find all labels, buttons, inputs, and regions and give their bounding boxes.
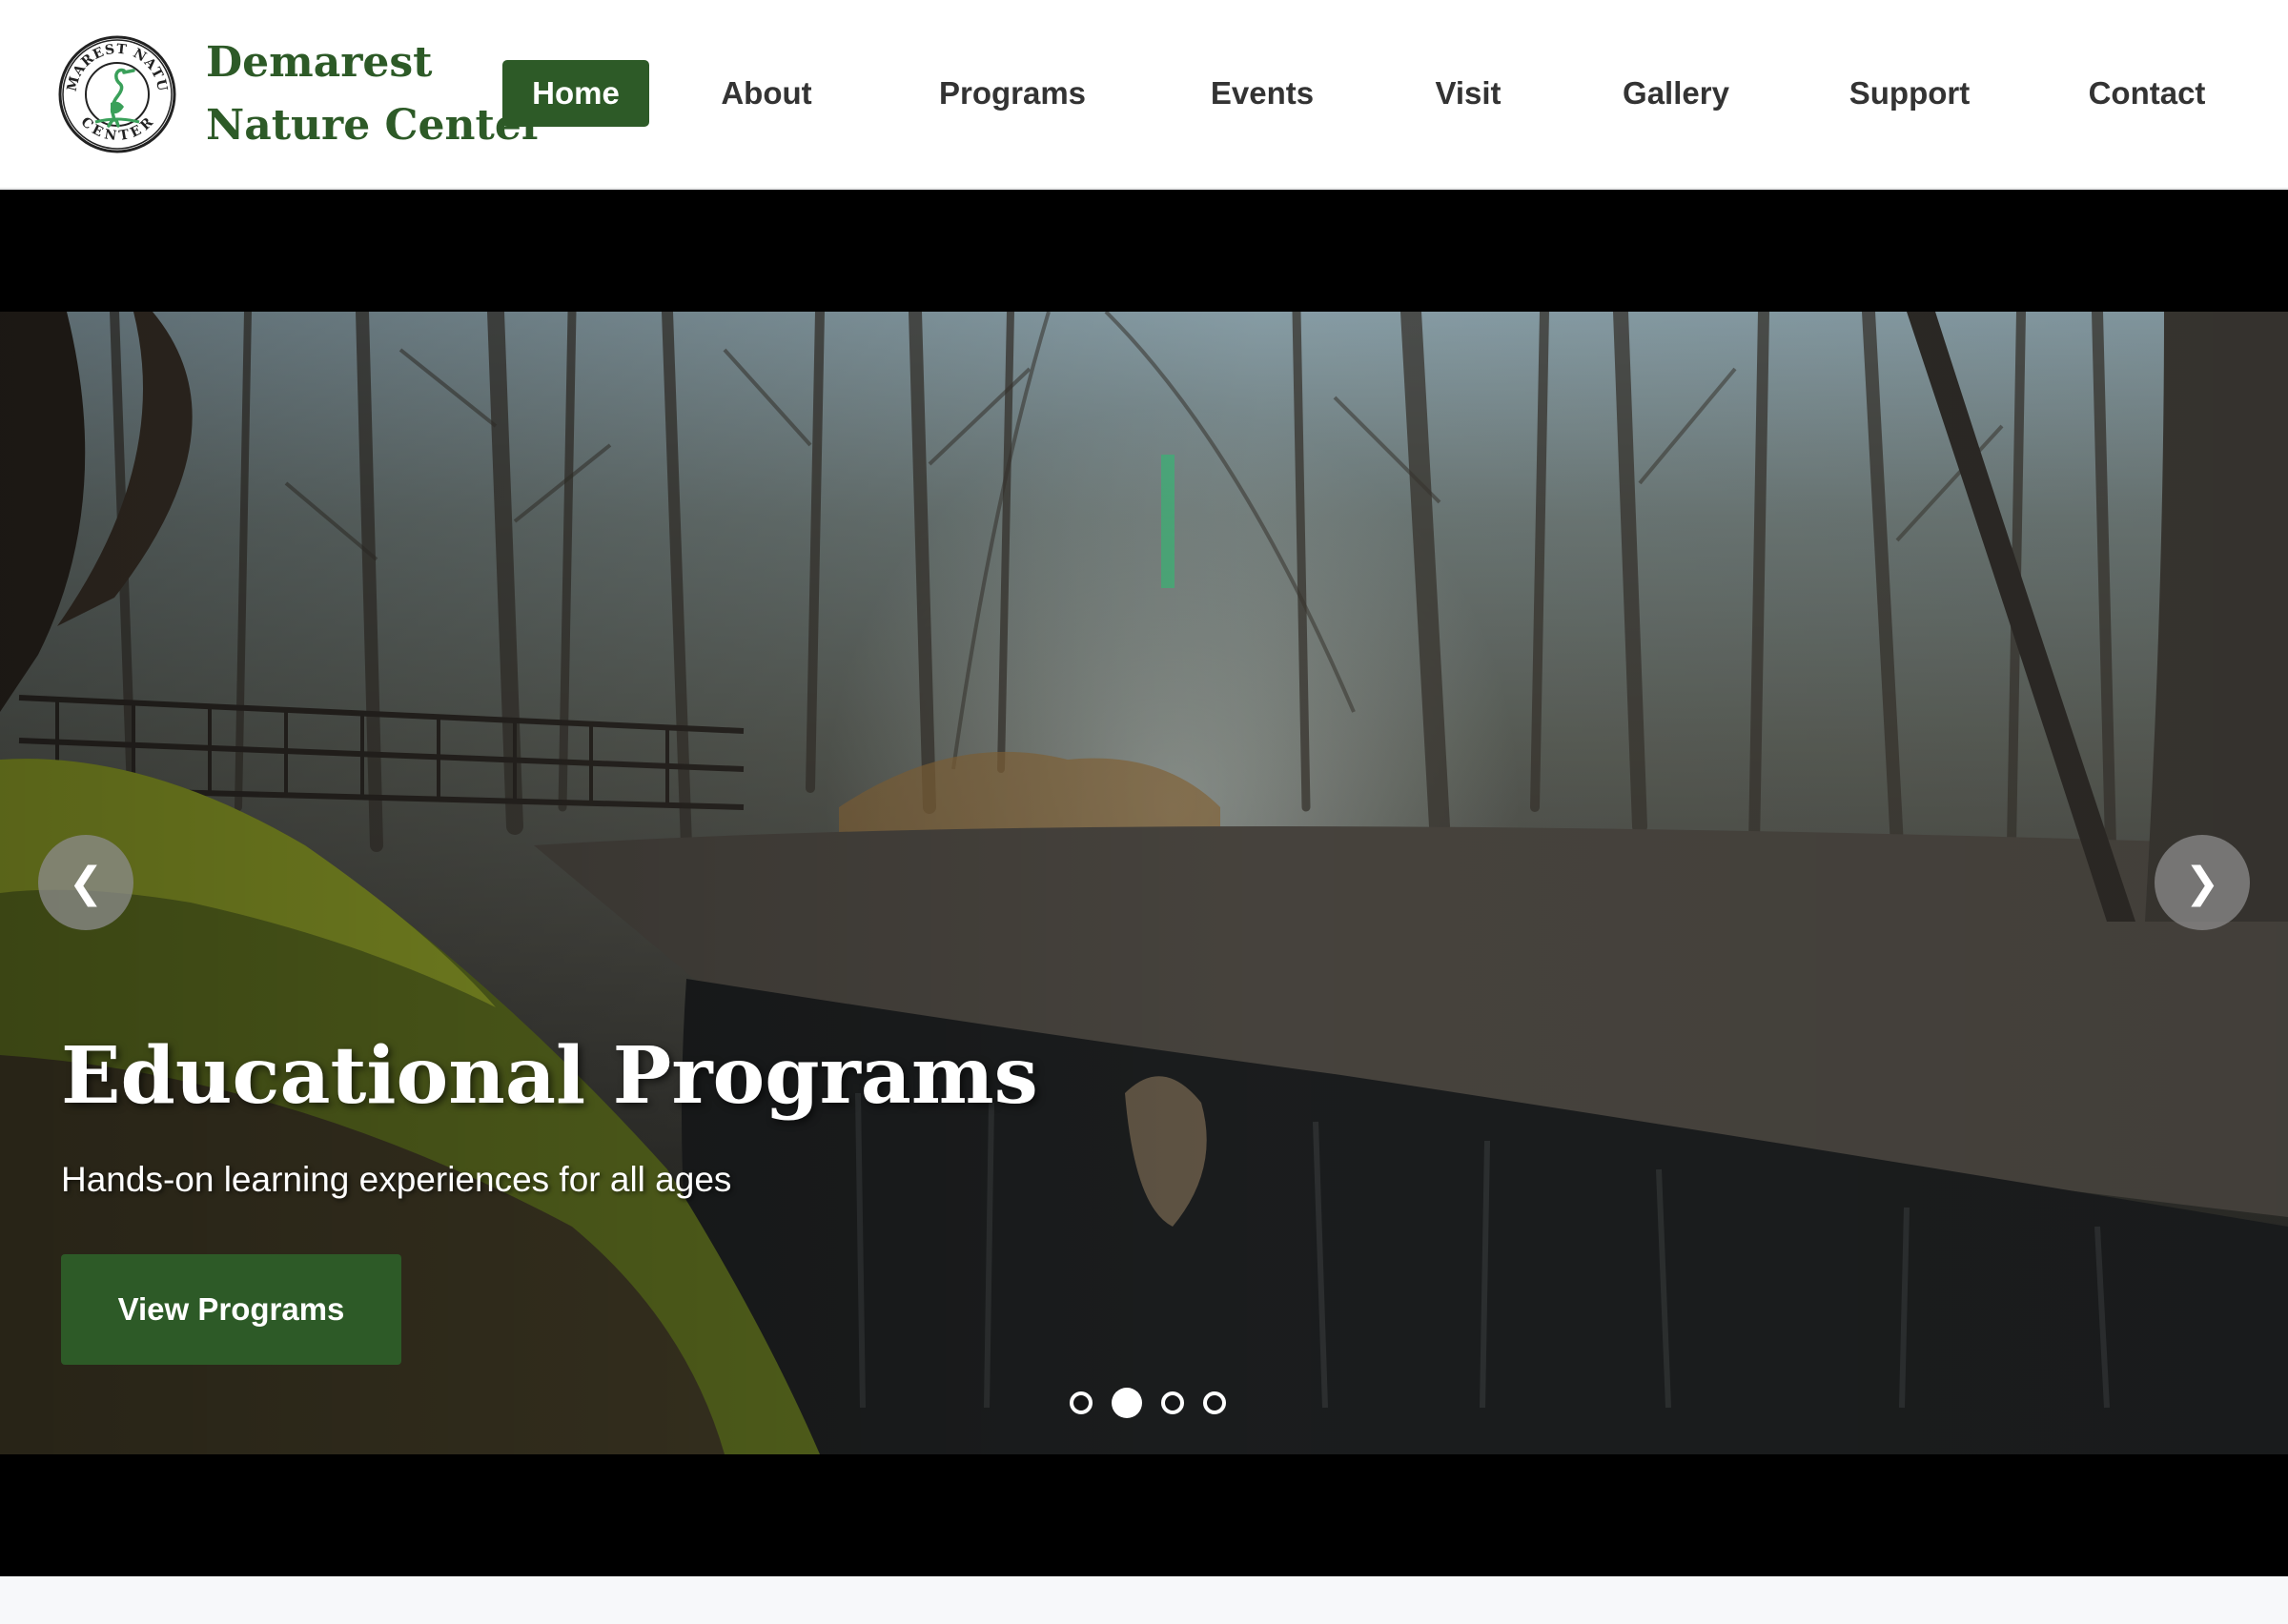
slide-title: Educational Programs bbox=[61, 1030, 1038, 1122]
chevron-left-icon: ❮ bbox=[68, 859, 104, 906]
carousel-dot-4[interactable] bbox=[1203, 1391, 1226, 1414]
nav-home[interactable]: Home bbox=[502, 60, 649, 127]
hero-slide: Educational Programs Hands-on learning e… bbox=[0, 312, 2288, 1454]
carousel-indicators bbox=[1070, 1388, 1226, 1418]
nav-programs[interactable]: Programs bbox=[934, 60, 1091, 127]
demarest-logo[interactable]: DEMAREST NATURE CENTER bbox=[57, 34, 177, 154]
carousel-dot-2[interactable] bbox=[1112, 1388, 1142, 1418]
carousel-dot-1[interactable] bbox=[1070, 1391, 1093, 1414]
nav-events[interactable]: Events bbox=[1209, 60, 1316, 127]
site-title-line2: Nature Center bbox=[206, 101, 544, 150]
nav-visit[interactable]: Visit bbox=[1434, 60, 1502, 127]
nav-support[interactable]: Support bbox=[1849, 60, 1970, 127]
view-programs-button[interactable]: View Programs bbox=[61, 1254, 401, 1365]
brand[interactable]: DEMAREST NATURE CENTER Demarest Nature C… bbox=[57, 34, 543, 154]
nav-about[interactable]: About bbox=[717, 60, 816, 127]
slide-subtitle: Hands-on learning experiences for all ag… bbox=[61, 1160, 732, 1199]
chevron-right-icon: ❯ bbox=[2184, 859, 2220, 906]
nav-contact[interactable]: Contact bbox=[2088, 60, 2206, 127]
main-nav: Home About Programs Events Visit Gallery… bbox=[502, 60, 2206, 127]
site-title-line1: Demarest bbox=[206, 38, 433, 87]
nav-gallery[interactable]: Gallery bbox=[1621, 60, 1731, 127]
carousel-next-button[interactable]: ❯ bbox=[2155, 835, 2250, 930]
site-title[interactable]: Demarest Nature Center bbox=[206, 31, 543, 157]
site-header: DEMAREST NATURE CENTER Demarest Nature C… bbox=[0, 0, 2288, 189]
carousel-dot-3[interactable] bbox=[1161, 1391, 1184, 1414]
hero-carousel: Educational Programs Hands-on learning e… bbox=[0, 190, 2288, 1576]
carousel-prev-button[interactable]: ❮ bbox=[38, 835, 133, 930]
page-content-start bbox=[0, 1576, 2288, 1624]
